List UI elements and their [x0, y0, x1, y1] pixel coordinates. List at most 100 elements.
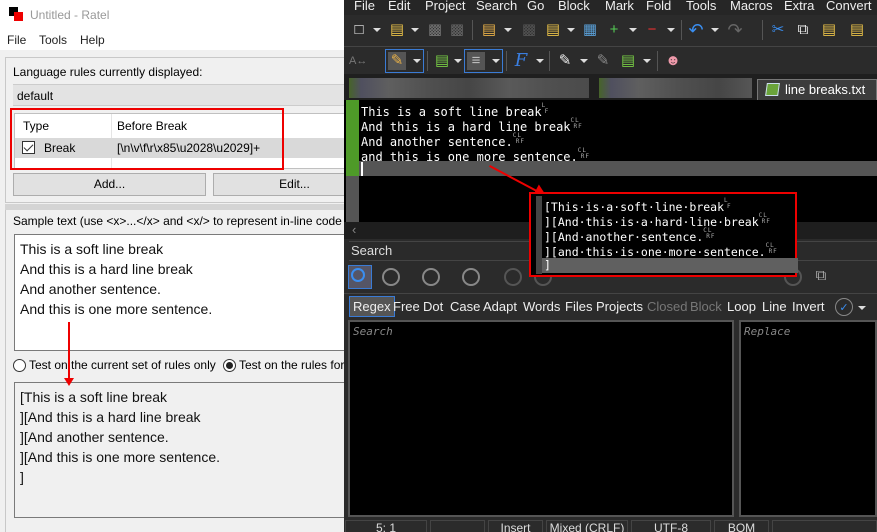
- chevron-down-icon[interactable]: [492, 59, 500, 63]
- tab-line-breaks[interactable]: line breaks.txt: [757, 79, 877, 100]
- chevron-down-icon[interactable]: [454, 59, 462, 63]
- option-block[interactable]: Block: [690, 299, 722, 314]
- new-file-icon[interactable]: □: [350, 21, 368, 39]
- open-folder-icon[interactable]: ▤: [388, 21, 406, 39]
- replace-input[interactable]: Replace: [739, 320, 877, 517]
- chevron-down-icon[interactable]: [373, 28, 381, 32]
- document-tools-icon[interactable]: ✎: [594, 52, 612, 70]
- note-icon[interactable]: ▤: [433, 52, 451, 70]
- undo-icon[interactable]: ↶: [687, 21, 705, 39]
- tab-blurred[interactable]: [349, 78, 589, 98]
- tab-blurred[interactable]: [599, 78, 752, 98]
- option-projects[interactable]: Projects: [596, 299, 643, 314]
- search-placeholder: Search: [353, 325, 393, 338]
- code-line: and this is one more sentence. CL RF: [361, 147, 590, 165]
- editor-menu-file[interactable]: File: [354, 0, 375, 13]
- language-field[interactable]: default: [13, 84, 347, 106]
- save-icon[interactable]: ▩: [426, 21, 444, 39]
- remove-from-project-icon[interactable]: −: [643, 21, 661, 39]
- radio-rules-for[interactable]: [223, 359, 236, 372]
- menu-help[interactable]: Help: [80, 33, 105, 47]
- edit-button[interactable]: Edit...: [213, 173, 346, 196]
- chevron-down-icon[interactable]: [504, 28, 512, 32]
- text-file-icon: [765, 83, 780, 96]
- ratel-window: Untitled - Ratel File Tools Help Languag…: [0, 0, 348, 532]
- editor-menu-extra[interactable]: Extra: [784, 0, 814, 13]
- search-replace-icon[interactable]: [504, 268, 522, 286]
- sample-text-input[interactable]: This is a soft line break And this is a …: [14, 234, 347, 351]
- chevron-down-icon[interactable]: [858, 306, 866, 310]
- editor-menu-tools[interactable]: Tools: [686, 0, 716, 13]
- chevron-down-icon[interactable]: [667, 28, 675, 32]
- find-next-icon[interactable]: [422, 268, 440, 286]
- copy-results-icon[interactable]: ⧉: [812, 267, 830, 285]
- option-words[interactable]: Words: [523, 299, 560, 314]
- editor-menu-mark[interactable]: Mark: [605, 0, 634, 13]
- open-project-icon[interactable]: ▤: [480, 21, 498, 39]
- edit-document-icon[interactable]: ✎: [556, 52, 574, 70]
- option-invert[interactable]: Invert: [792, 299, 825, 314]
- redo-icon[interactable]: ↷: [726, 21, 744, 39]
- search-icon: [351, 268, 365, 282]
- chevron-down-icon[interactable]: [711, 28, 719, 32]
- save-all-icon[interactable]: ▩: [448, 21, 466, 39]
- wrap-edit-icon[interactable]: ✎: [388, 52, 406, 70]
- green-note-icon[interactable]: ▤: [619, 52, 637, 70]
- paste-special-icon[interactable]: ▤: [848, 21, 866, 39]
- menu-file[interactable]: File: [7, 33, 26, 47]
- sample-group: Sample text (use <x>...</x> and <x/> to …: [5, 210, 347, 532]
- copy-icon[interactable]: ⧉: [794, 21, 812, 39]
- option-adapt[interactable]: Adapt: [483, 299, 517, 314]
- find-first-icon[interactable]: [382, 268, 400, 286]
- chevron-down-icon[interactable]: [643, 59, 651, 63]
- find-button[interactable]: [348, 265, 372, 289]
- option-loop[interactable]: Loop: [727, 299, 756, 314]
- radio-rules-for-label[interactable]: Test on the rules for: [239, 358, 344, 372]
- project-files-icon[interactable]: ▦: [581, 21, 599, 39]
- editor-menu-search[interactable]: Search: [476, 0, 517, 13]
- font-icon[interactable]: F: [512, 52, 530, 70]
- save-project-icon[interactable]: ▩: [520, 21, 538, 39]
- chevron-down-icon[interactable]: [536, 59, 544, 63]
- status-encoding[interactable]: UTF-8: [631, 520, 711, 532]
- paste-icon[interactable]: ▤: [820, 21, 838, 39]
- editor-menu-macros[interactable]: Macros: [730, 0, 773, 13]
- chevron-down-icon[interactable]: [413, 59, 421, 63]
- test-mode-radios: Test on the current set of rules only Te…: [13, 357, 347, 375]
- search-input[interactable]: Search: [348, 320, 734, 517]
- editor-menu-go[interactable]: Go: [527, 0, 544, 13]
- option-regex[interactable]: Regex: [349, 296, 395, 317]
- result-text-area[interactable]: [This is a soft line break ][And this is…: [14, 382, 347, 518]
- radio-current-rules[interactable]: [13, 359, 26, 372]
- chevron-down-icon[interactable]: [629, 28, 637, 32]
- scroll-left-icon[interactable]: ‹: [352, 222, 356, 237]
- radio-current-rules-label[interactable]: Test on the current set of rules only: [29, 358, 216, 372]
- status-insert-mode[interactable]: Insert: [488, 520, 543, 532]
- editor-menu-block[interactable]: Block: [558, 0, 590, 13]
- option-case[interactable]: Case: [450, 299, 480, 314]
- annotation-arrow: [68, 322, 70, 382]
- chevron-down-icon[interactable]: [567, 28, 575, 32]
- status-line-ending[interactable]: Mixed (CRLF): [546, 520, 628, 532]
- chevron-down-icon[interactable]: [580, 59, 588, 63]
- editor-menu-fold[interactable]: Fold: [646, 0, 671, 13]
- editor-menu-project[interactable]: Project: [425, 0, 465, 13]
- add-button[interactable]: Add...: [13, 173, 206, 196]
- add-to-project-icon[interactable]: +: [605, 21, 623, 39]
- menu-tools[interactable]: Tools: [39, 33, 67, 47]
- option-line[interactable]: Line: [762, 299, 787, 314]
- chevron-down-icon[interactable]: [411, 28, 419, 32]
- option-dot[interactable]: Dot: [423, 299, 443, 314]
- option-closed[interactable]: Closed: [647, 299, 687, 314]
- font-compare-icon[interactable]: A↔: [349, 52, 367, 70]
- cut-icon[interactable]: ✂: [769, 21, 787, 39]
- folder-icon[interactable]: ▤: [544, 21, 562, 39]
- option-free[interactable]: Free: [393, 299, 420, 314]
- users-icon[interactable]: ☻: [664, 52, 682, 70]
- line-wrap-icon[interactable]: ≡: [467, 52, 485, 70]
- find-previous-icon[interactable]: [462, 268, 480, 286]
- option-files[interactable]: Files: [565, 299, 592, 314]
- history-icon[interactable]: ✓: [835, 298, 853, 316]
- editor-menu-convert[interactable]: Convert: [826, 0, 872, 13]
- editor-menu-edit[interactable]: Edit: [388, 0, 410, 13]
